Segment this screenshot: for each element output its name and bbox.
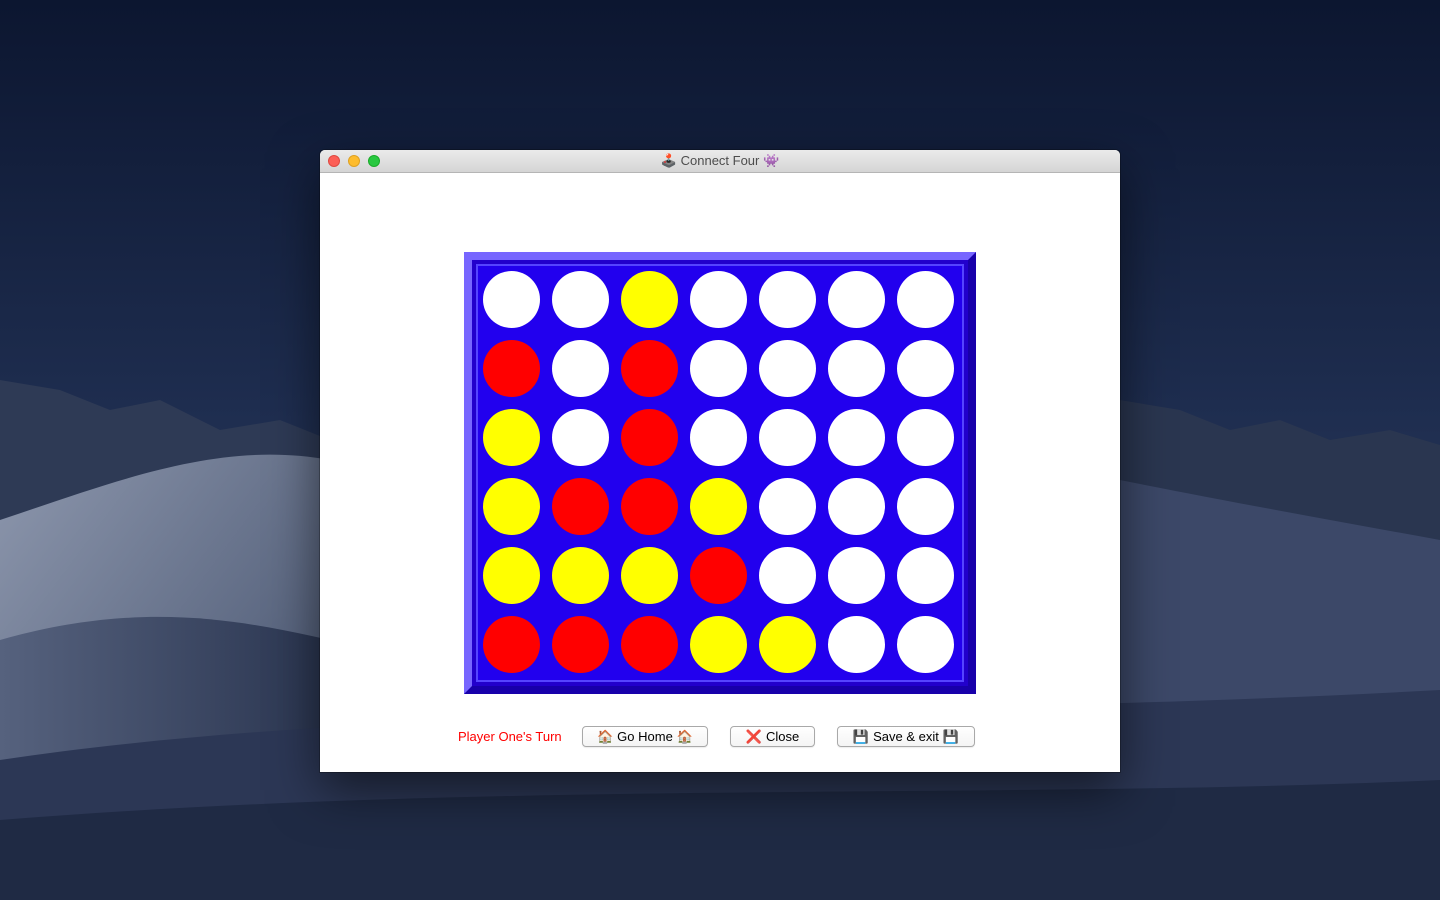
- save-and-exit-button[interactable]: 💾 Save & exit 💾: [837, 726, 975, 747]
- board-cell-empty[interactable]: [552, 271, 609, 328]
- board-cell-red[interactable]: [690, 547, 747, 604]
- board-cell-empty[interactable]: [897, 616, 954, 673]
- board-cell-red[interactable]: [552, 616, 609, 673]
- joystick-icon: 🕹️: [660, 153, 677, 168]
- alien-monster-icon: 👾: [763, 153, 780, 168]
- board-cell-empty[interactable]: [897, 478, 954, 535]
- board-cell-empty[interactable]: [897, 547, 954, 604]
- board-cell-empty[interactable]: [759, 271, 816, 328]
- game-board-frame: [464, 252, 976, 694]
- board-cell-yellow[interactable]: [552, 547, 609, 604]
- board-cell-empty[interactable]: [828, 409, 885, 466]
- window-title-text: Connect Four: [680, 153, 760, 168]
- board-cell-yellow[interactable]: [621, 271, 678, 328]
- board-cell-red[interactable]: [621, 478, 678, 535]
- board-cell-empty[interactable]: [483, 271, 540, 328]
- board-cell-red[interactable]: [621, 616, 678, 673]
- go-home-label: Go Home: [617, 729, 673, 744]
- board-cell-empty[interactable]: [828, 547, 885, 604]
- board-cell-empty[interactable]: [759, 340, 816, 397]
- window-title: 🕹️ Connect Four 👾: [320, 153, 1120, 169]
- board-cell-yellow[interactable]: [483, 478, 540, 535]
- board-cell-red[interactable]: [483, 616, 540, 673]
- go-home-button[interactable]: 🏠 Go Home 🏠: [582, 726, 708, 747]
- board-cell-yellow[interactable]: [621, 547, 678, 604]
- board-cell-yellow[interactable]: [690, 478, 747, 535]
- board-cell-empty[interactable]: [897, 340, 954, 397]
- app-window: 🕹️ Connect Four 👾 Player One's Turn 🏠 Go…: [320, 150, 1120, 772]
- board-cell-red[interactable]: [621, 340, 678, 397]
- save-and-exit-label: Save & exit: [873, 729, 939, 744]
- board-cell-empty[interactable]: [759, 409, 816, 466]
- board-cell-empty[interactable]: [828, 271, 885, 328]
- board-cell-empty[interactable]: [828, 340, 885, 397]
- board-cell-empty[interactable]: [690, 271, 747, 328]
- board-cell-yellow[interactable]: [690, 616, 747, 673]
- close-button[interactable]: ❌ Close: [730, 726, 815, 747]
- board-cell-empty[interactable]: [897, 409, 954, 466]
- close-label: Close: [765, 729, 800, 744]
- board-cell-red[interactable]: [621, 409, 678, 466]
- board-cell-empty[interactable]: [759, 478, 816, 535]
- title-bar[interactable]: 🕹️ Connect Four 👾: [320, 150, 1120, 173]
- house-icon: 🏠: [596, 728, 614, 744]
- board-cell-yellow[interactable]: [483, 409, 540, 466]
- board-cell-empty[interactable]: [828, 616, 885, 673]
- board-cell-empty[interactable]: [690, 340, 747, 397]
- desktop-background: 🕹️ Connect Four 👾 Player One's Turn 🏠 Go…: [0, 0, 1440, 900]
- board-cell-red[interactable]: [552, 478, 609, 535]
- board-cell-yellow[interactable]: [483, 547, 540, 604]
- game-board[interactable]: [476, 264, 964, 682]
- close-x-icon: ❌: [745, 728, 762, 744]
- turn-status-label: Player One's Turn: [458, 729, 562, 744]
- house-icon: 🏠: [676, 728, 693, 744]
- board-cell-empty[interactable]: [759, 547, 816, 604]
- board-cell-red[interactable]: [483, 340, 540, 397]
- board-cell-empty[interactable]: [897, 271, 954, 328]
- board-cell-empty[interactable]: [690, 409, 747, 466]
- board-cell-yellow[interactable]: [759, 616, 816, 673]
- floppy-disk-icon: 💾: [942, 728, 960, 744]
- floppy-disk-icon: 💾: [852, 728, 870, 744]
- window-content: Player One's Turn 🏠 Go Home 🏠 ❌ Close 💾 …: [320, 173, 1120, 772]
- board-cell-empty[interactable]: [552, 409, 609, 466]
- board-cell-empty[interactable]: [552, 340, 609, 397]
- board-cell-empty[interactable]: [828, 478, 885, 535]
